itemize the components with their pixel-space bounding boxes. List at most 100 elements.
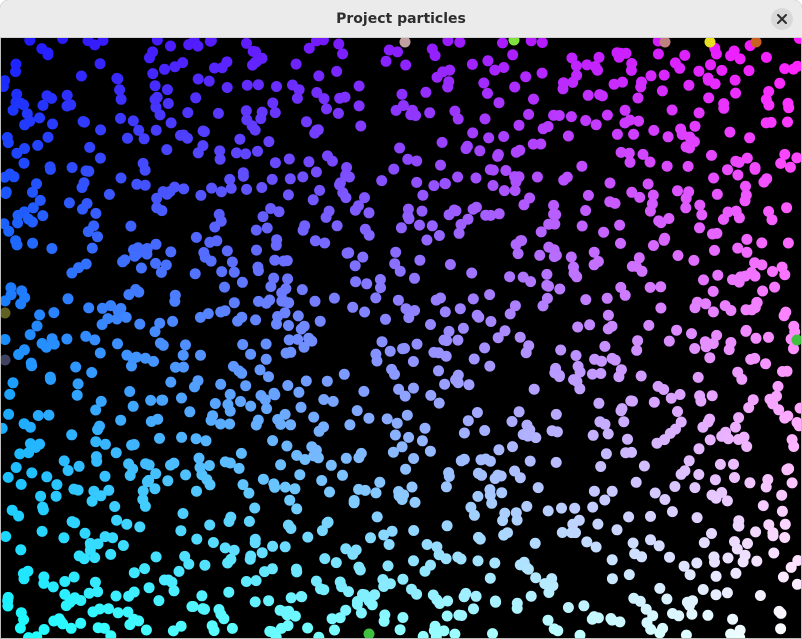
particle — [157, 186, 169, 198]
particle — [409, 496, 421, 508]
particle — [736, 373, 748, 385]
particle — [421, 234, 433, 246]
particle — [177, 349, 189, 361]
particle — [12, 217, 24, 229]
particle — [127, 353, 139, 364]
particle — [117, 256, 129, 268]
particle — [219, 281, 230, 293]
particle — [725, 50, 737, 62]
particle — [165, 459, 176, 471]
particle — [369, 589, 381, 601]
particle — [36, 525, 48, 537]
particle — [187, 601, 199, 612]
close-button[interactable] — [771, 8, 793, 30]
particle — [41, 471, 53, 483]
particle — [428, 346, 440, 358]
particle — [675, 468, 687, 480]
particle — [744, 132, 756, 144]
particle — [213, 208, 225, 220]
particle — [689, 120, 701, 132]
particle — [786, 477, 798, 489]
particle — [686, 328, 697, 340]
particle — [321, 103, 332, 115]
particle — [123, 458, 135, 470]
particle — [414, 219, 425, 231]
particle — [264, 294, 276, 306]
particle — [456, 610, 468, 621]
particle — [749, 352, 761, 364]
particle — [154, 432, 165, 444]
particle — [472, 490, 484, 502]
particle — [497, 38, 508, 49]
particle — [149, 94, 161, 105]
particle — [266, 563, 278, 575]
particle — [470, 590, 482, 602]
particle — [509, 300, 521, 312]
particle — [656, 85, 668, 97]
particle — [542, 505, 554, 517]
particle — [324, 486, 335, 498]
particle — [424, 445, 436, 457]
particle — [99, 438, 111, 450]
particle — [303, 156, 315, 168]
particle — [103, 603, 114, 615]
particle — [479, 113, 491, 125]
particle — [196, 590, 208, 602]
particle — [70, 361, 82, 373]
particle — [66, 516, 78, 528]
particle — [319, 237, 331, 249]
particle-canvas[interactable] — [1, 38, 801, 638]
particle — [284, 173, 296, 185]
particle — [679, 49, 691, 61]
particle — [162, 574, 174, 586]
particle — [44, 371, 56, 383]
particle — [582, 89, 594, 101]
particle — [150, 551, 162, 563]
particle — [124, 470, 136, 481]
particle — [312, 124, 324, 136]
particle — [458, 591, 470, 603]
particle — [313, 70, 325, 82]
particle — [18, 157, 30, 169]
particle — [42, 131, 54, 143]
particle — [84, 544, 96, 556]
particle — [90, 451, 102, 463]
particle — [271, 81, 282, 92]
particle — [180, 339, 191, 351]
particle — [387, 446, 399, 458]
particle — [92, 231, 103, 243]
particle — [504, 271, 516, 283]
particle — [94, 347, 106, 359]
particle — [662, 131, 674, 143]
particle — [95, 124, 107, 136]
particle — [117, 540, 129, 551]
particle — [2, 471, 14, 483]
particle — [66, 429, 78, 441]
particle — [37, 99, 49, 111]
particle — [658, 384, 670, 395]
particle — [483, 132, 495, 144]
particle — [371, 355, 383, 367]
particle — [215, 186, 227, 198]
title-bar[interactable]: Project particles — [0, 0, 802, 38]
particle — [487, 164, 499, 176]
particle — [105, 300, 117, 312]
particle — [550, 456, 562, 468]
particle — [241, 183, 253, 195]
particle — [793, 38, 801, 44]
particle — [68, 483, 80, 495]
particle — [314, 184, 326, 196]
particle — [460, 143, 472, 155]
particle — [572, 321, 584, 333]
particle — [159, 63, 170, 75]
particle — [598, 226, 610, 238]
particle — [532, 482, 544, 494]
particle — [114, 84, 126, 96]
particle — [282, 189, 294, 201]
particle — [318, 421, 329, 433]
particle — [697, 584, 709, 595]
particle — [615, 237, 626, 249]
particle — [250, 224, 262, 236]
particle — [635, 370, 647, 382]
particle — [473, 311, 485, 323]
